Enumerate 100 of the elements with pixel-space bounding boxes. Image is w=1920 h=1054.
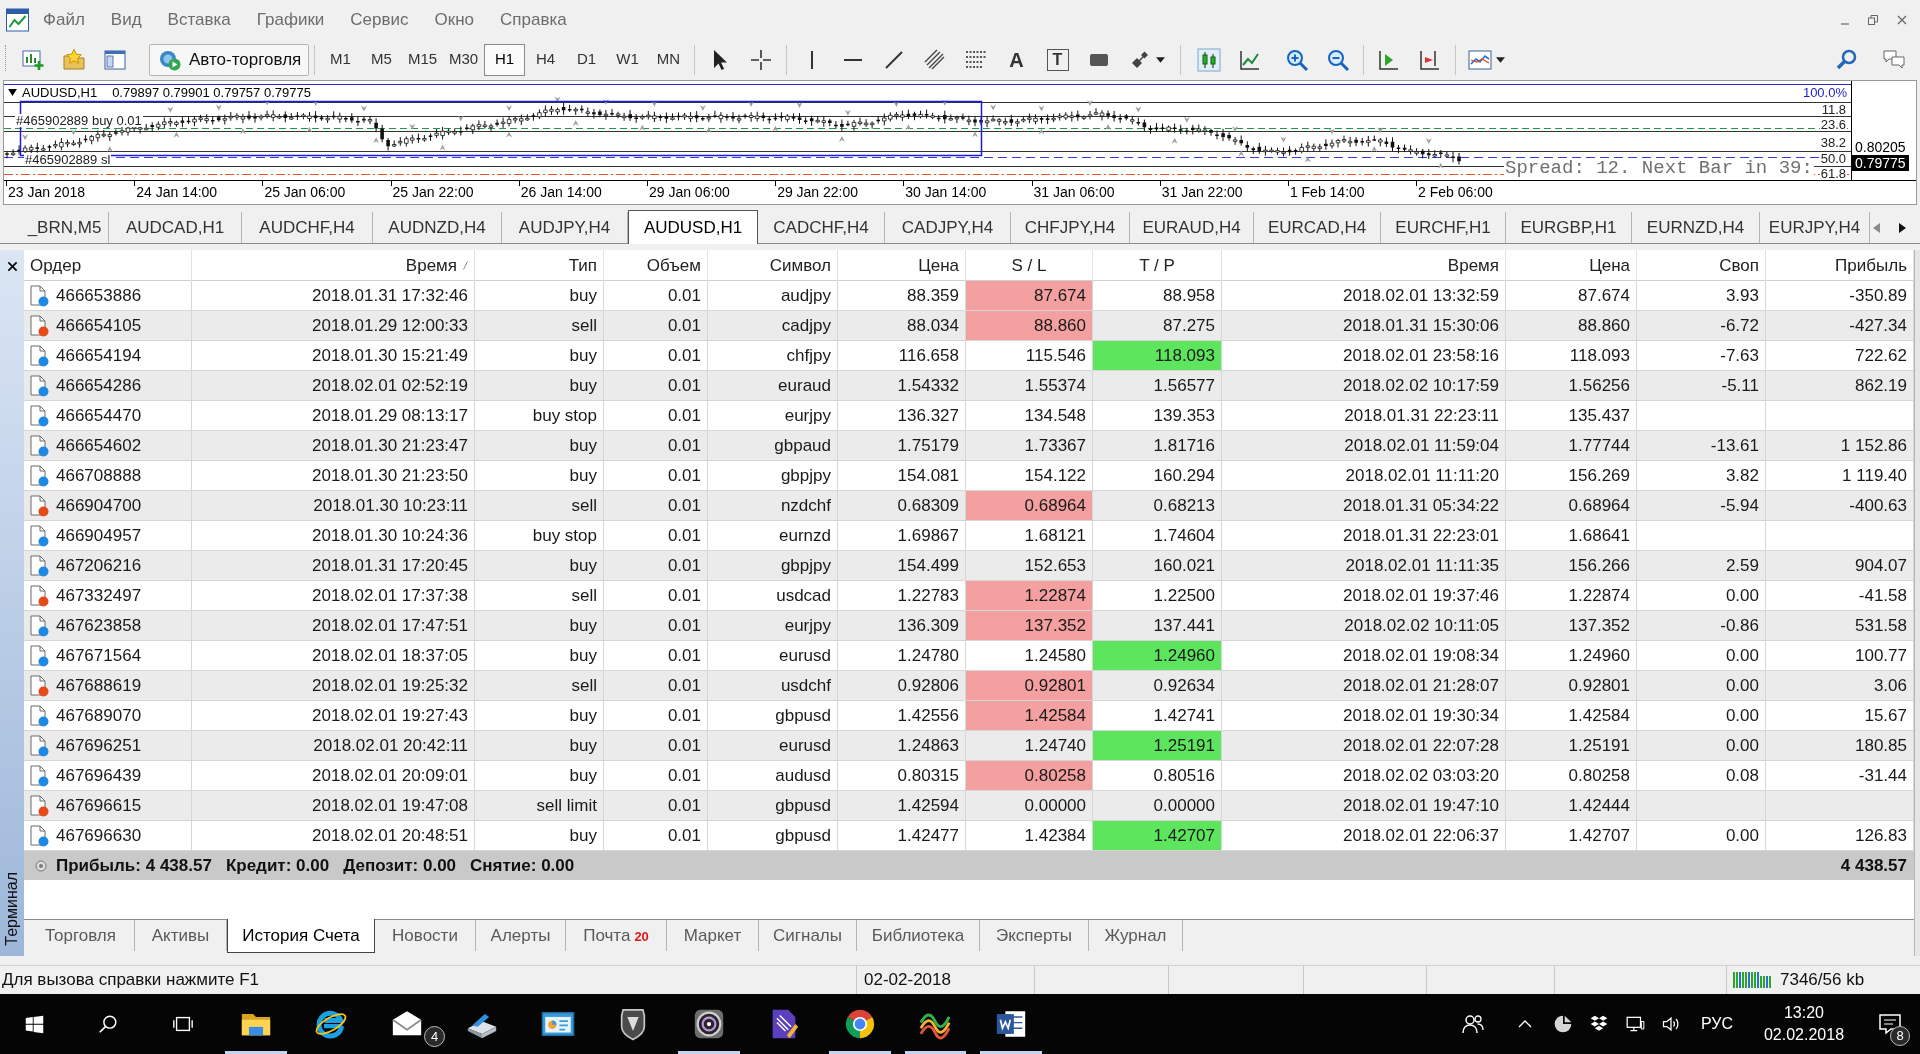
clock[interactable]: 13:20 02.02.2018 bbox=[1759, 1002, 1849, 1046]
timeframe-button[interactable]: MN bbox=[648, 43, 689, 76]
terminal-tab[interactable]: Маркет bbox=[667, 920, 759, 951]
chart-tab[interactable]: EURCAD,H4 bbox=[1254, 212, 1381, 243]
order-document-icon bbox=[29, 374, 49, 397]
restore-icon[interactable] bbox=[1868, 15, 1878, 25]
close-icon[interactable] bbox=[6, 261, 18, 272]
table-cell: 1.42444 bbox=[1506, 791, 1637, 820]
terminal-tab[interactable]: История Счета bbox=[227, 919, 375, 953]
text-tool[interactable]: A bbox=[1009, 47, 1024, 72]
chart-tab[interactable]: EURJPY,H4 bbox=[1760, 212, 1870, 243]
terminal-tab[interactable]: Алерты bbox=[476, 920, 566, 951]
scroll-left-icon[interactable] bbox=[1873, 222, 1880, 233]
table-cell: 2018.02.02 10:17:59 bbox=[1222, 371, 1506, 400]
table-cell: 3.93 bbox=[1637, 281, 1766, 310]
chart-tab[interactable]: CHFJPY,H4 bbox=[1011, 212, 1130, 243]
menu-item[interactable]: Вид bbox=[97, 9, 155, 31]
terminal-tab[interactable]: Журнал bbox=[1089, 920, 1183, 951]
monitor-icon[interactable] bbox=[1624, 1014, 1646, 1034]
table-cell: 0.68964 bbox=[1506, 491, 1637, 520]
order-document-icon bbox=[29, 494, 49, 517]
timeframe-button[interactable]: D1 bbox=[566, 43, 607, 76]
chart-tab[interactable]: AUDUSD,H1 bbox=[628, 210, 758, 244]
table-cell: 0.68213 bbox=[1093, 491, 1222, 520]
table-cell: buy bbox=[475, 281, 604, 310]
order-document-icon bbox=[29, 434, 49, 457]
panel-icon[interactable] bbox=[102, 47, 127, 72]
terminal-tab[interactable]: Новости bbox=[375, 920, 476, 951]
chart-tab[interactable]: CADJPY,H4 bbox=[885, 212, 1011, 243]
table-cell: 0.00000 bbox=[1093, 791, 1222, 820]
menu-item[interactable]: Сервис bbox=[337, 9, 422, 31]
table-cell: 88.958 bbox=[1093, 281, 1222, 310]
table-cell: 2018.02.01 19:30:34 bbox=[1222, 701, 1506, 730]
speaker-icon[interactable] bbox=[1660, 1014, 1681, 1034]
search-icon[interactable] bbox=[97, 1013, 119, 1035]
chart-tab[interactable]: AUDNZD,H4 bbox=[373, 212, 502, 243]
candlesticks-icon[interactable] bbox=[1196, 47, 1221, 72]
order-document-icon bbox=[29, 554, 49, 577]
timeframe-button[interactable]: M1 bbox=[320, 43, 361, 76]
chart-tab[interactable]: EURAUD,H4 bbox=[1130, 212, 1254, 243]
app-icon[interactable] bbox=[5, 8, 30, 32]
table-cell: 0.01 bbox=[604, 431, 708, 460]
chart-tab[interactable]: AUDCHF,H4 bbox=[242, 212, 373, 243]
crosshair-icon[interactable] bbox=[748, 47, 773, 72]
terminal-tab[interactable]: Почта 20 bbox=[566, 920, 667, 951]
zoom-out-icon[interactable] bbox=[1325, 47, 1350, 72]
chart-tab[interactable]: EURGBP,H1 bbox=[1506, 212, 1632, 243]
table-cell: 1.69867 bbox=[838, 521, 966, 550]
timeframe-button[interactable]: M30 bbox=[443, 43, 484, 76]
chart-tab[interactable]: EURCHF,H1 bbox=[1381, 212, 1506, 243]
chart-tab[interactable]: EURNZD,H4 bbox=[1632, 212, 1760, 243]
terminal-tab[interactable]: Сигналы bbox=[759, 920, 857, 951]
star-folder-icon[interactable] bbox=[61, 47, 86, 72]
caret-icon[interactable] bbox=[1496, 56, 1505, 63]
indicators-icon[interactable] bbox=[1468, 47, 1492, 72]
table-cell: buy bbox=[475, 551, 604, 580]
chart-tab[interactable]: AUDCAD,H1 bbox=[109, 212, 242, 243]
terminal-tab[interactable]: Эксперты bbox=[980, 920, 1089, 951]
pie-chart-icon[interactable] bbox=[1552, 1014, 1573, 1034]
add-chart-icon[interactable] bbox=[20, 47, 45, 72]
caret-icon[interactable] bbox=[1156, 56, 1165, 63]
table-cell: buy bbox=[475, 431, 604, 460]
menu-item[interactable]: Справка bbox=[487, 9, 580, 31]
table-cell: 135.437 bbox=[1506, 401, 1637, 430]
count-badge: 8 bbox=[1890, 1026, 1910, 1046]
windows-start-icon[interactable] bbox=[23, 1013, 45, 1035]
order-document-icon bbox=[29, 314, 49, 337]
fib-level-label: 38.2 bbox=[1819, 136, 1847, 149]
zoom-in-icon[interactable] bbox=[1284, 47, 1309, 72]
people-icon[interactable] bbox=[1460, 1012, 1485, 1036]
terminal-tab[interactable]: Торговля bbox=[27, 920, 135, 951]
table-cell: 2018.01.30 21:23:47 bbox=[192, 431, 475, 460]
scroll-right-icon[interactable] bbox=[1899, 222, 1906, 233]
timeframe-button[interactable]: H4 bbox=[525, 43, 566, 76]
timeframe-button[interactable]: H1 bbox=[484, 43, 525, 76]
time-label: 23 Jan 2018 bbox=[7, 183, 86, 202]
table-cell: eurjpy bbox=[708, 401, 838, 430]
chart-tab[interactable]: CADCHF,H4 bbox=[758, 212, 885, 243]
autotrading-button[interactable]: Авто-торговля bbox=[149, 43, 309, 76]
timeframe-button[interactable]: M5 bbox=[361, 43, 402, 76]
menu-item[interactable]: Вставка bbox=[154, 9, 244, 31]
connection-bars-icon bbox=[1733, 970, 1772, 990]
terminal-tab[interactable]: Библиотека bbox=[857, 920, 980, 951]
table-cell: 0.00 bbox=[1637, 671, 1766, 700]
collapse-triangle-icon[interactable] bbox=[8, 89, 17, 96]
table-cell: 0.00 bbox=[1637, 641, 1766, 670]
timeframe-button[interactable]: M15 bbox=[402, 43, 443, 76]
timeframe-button[interactable]: W1 bbox=[607, 43, 648, 76]
menu-item[interactable]: Графики bbox=[243, 9, 338, 31]
table-cell: 0.01 bbox=[604, 641, 708, 670]
menu-item[interactable]: Файл bbox=[30, 9, 98, 31]
table-cell: 2018.02.01 19:25:32 bbox=[192, 671, 475, 700]
menu-item[interactable]: Окно bbox=[421, 9, 488, 31]
table-cell: 0.01 bbox=[604, 491, 708, 520]
table-cell: 2018.02.01 22:06:37 bbox=[1222, 821, 1506, 850]
channel-icon[interactable] bbox=[922, 47, 947, 72]
order-number: 467689070 bbox=[56, 704, 142, 727]
language-indicator[interactable]: РУС bbox=[1700, 1012, 1733, 1036]
label-tool[interactable]: T bbox=[1046, 48, 1069, 71]
chart-tab[interactable]: _BRN,M5 bbox=[21, 212, 109, 243]
